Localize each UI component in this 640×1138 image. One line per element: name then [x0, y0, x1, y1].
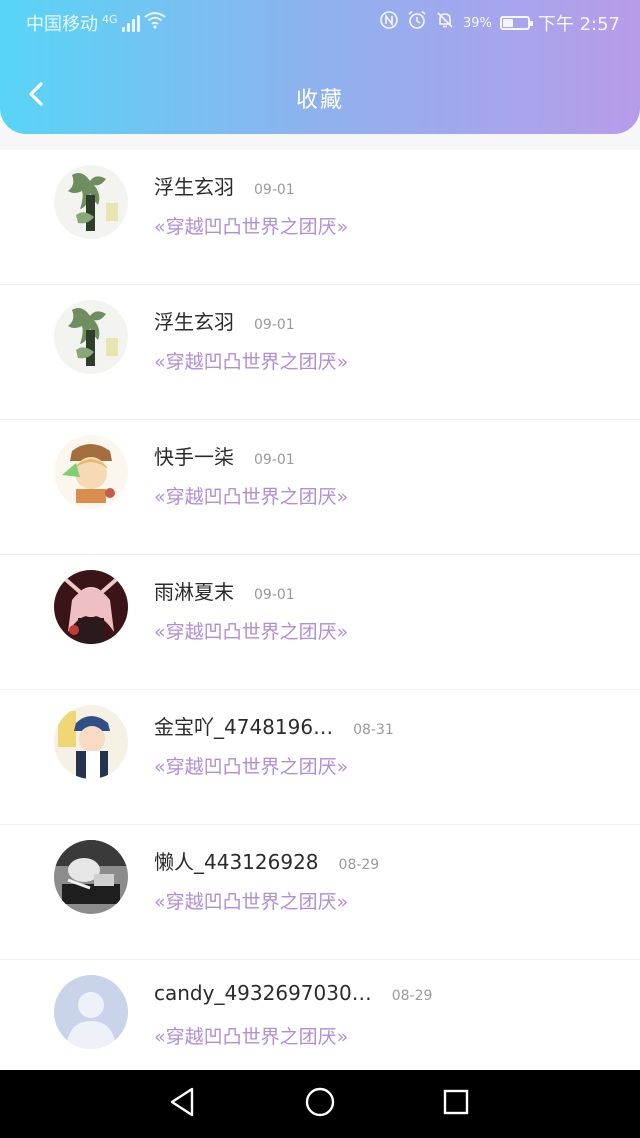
list-item[interactable]: 懒人_443126928 08-29 «穿越凹凸世界之团厌» [0, 825, 640, 960]
item-date: 08-29 [391, 988, 433, 1004]
avatar[interactable] [54, 435, 128, 509]
list-item[interactable]: 浮生玄羽 09-01 «穿越凹凸世界之团厌» [0, 150, 640, 285]
item-date: 09-01 [254, 182, 295, 198]
page-title: 收藏 [295, 88, 344, 113]
status-bar: 中国移动 4G 39% 下午 2:57 [0, 0, 640, 46]
status-right: 39% 下午 2:57 [379, 10, 620, 36]
user-name: candy_4932697030… [154, 981, 372, 1005]
user-name: 快手一柒 [154, 445, 234, 469]
user-name: 浮生玄羽 [154, 175, 234, 199]
header-bar: 中国移动 4G 39% 下午 2:57 收藏 [0, 0, 640, 134]
item-header: 浮生玄羽 09-01 [154, 306, 295, 335]
system-home-button[interactable] [300, 1084, 340, 1124]
system-recents-button[interactable] [436, 1084, 476, 1124]
avatar[interactable] [54, 300, 128, 374]
item-date: 09-01 [254, 587, 295, 603]
item-header: 金宝吖_4748196… 08-31 [154, 711, 394, 740]
work-title-link[interactable]: «穿越凹凸世界之团厌» [154, 1022, 348, 1049]
item-header: 懒人_443126928 08-29 [154, 846, 379, 875]
battery-percent: 39% [462, 15, 492, 31]
work-title-link[interactable]: «穿越凹凸世界之团厌» [154, 347, 348, 374]
item-date: 08-29 [338, 857, 380, 873]
nav-bar: 收藏 [0, 60, 640, 134]
user-name: 浮生玄羽 [154, 310, 234, 334]
system-nav-bar [0, 1070, 640, 1138]
list-item[interactable]: candy_4932697030… 08-29 «穿越凹凸世界之团厌» [0, 960, 640, 1070]
work-title-link[interactable]: «穿越凹凸世界之团厌» [154, 887, 348, 914]
list-item[interactable]: 浮生玄羽 09-01 «穿越凹凸世界之团厌» [0, 285, 640, 420]
work-title-link[interactable]: «穿越凹凸世界之团厌» [154, 617, 348, 644]
list-item[interactable]: 快手一柒 09-01 «穿越凹凸世界之团厌» [0, 420, 640, 555]
avatar[interactable] [54, 705, 128, 779]
nfc-icon [379, 10, 399, 36]
status-time: 下午 2:57 [537, 14, 620, 35]
carrier-label: 中国移动 [26, 14, 98, 35]
item-header: 雨淋夏末 09-01 [154, 576, 295, 605]
circle-home-icon [304, 1086, 336, 1122]
triangle-back-icon [167, 1086, 197, 1122]
system-back-button[interactable] [162, 1084, 202, 1124]
wifi-icon [143, 11, 166, 35]
user-name: 金宝吖_4748196… [154, 715, 334, 739]
user-name: 雨淋夏末 [154, 580, 234, 604]
item-header: 浮生玄羽 09-01 [154, 171, 295, 200]
signal-icon [121, 14, 140, 32]
mute-icon [435, 10, 455, 36]
user-name: 懒人_443126928 [154, 850, 319, 874]
list-item[interactable]: 雨淋夏末 09-01 «穿越凹凸世界之团厌» [0, 555, 640, 690]
item-date: 08-31 [353, 722, 394, 738]
battery-icon [499, 16, 533, 30]
square-recents-icon [441, 1087, 471, 1121]
list-item[interactable]: 金宝吖_4748196… 08-31 «穿越凹凸世界之团厌» [0, 690, 640, 825]
item-header: 快手一柒 09-01 [154, 441, 295, 470]
work-title-link[interactable]: «穿越凹凸世界之团厌» [154, 212, 348, 239]
item-date: 09-01 [254, 317, 295, 333]
network-label: 4G [102, 12, 118, 26]
item-date: 09-01 [254, 452, 295, 468]
work-title-link[interactable]: «穿越凹凸世界之团厌» [154, 752, 348, 779]
status-left: 中国移动 4G [26, 10, 166, 36]
avatar[interactable] [54, 165, 128, 239]
work-title-link[interactable]: «穿越凹凸世界之团厌» [154, 482, 348, 509]
item-header: candy_4932697030… 08-29 [154, 981, 432, 1005]
alarm-icon [407, 10, 427, 36]
avatar[interactable] [54, 840, 128, 914]
avatar[interactable] [54, 570, 128, 644]
avatar[interactable] [54, 975, 128, 1049]
favorites-list: 浮生玄羽 09-01 «穿越凹凸世界之团厌» 浮生玄羽 09-01 «穿越凹凸世… [0, 150, 640, 1070]
